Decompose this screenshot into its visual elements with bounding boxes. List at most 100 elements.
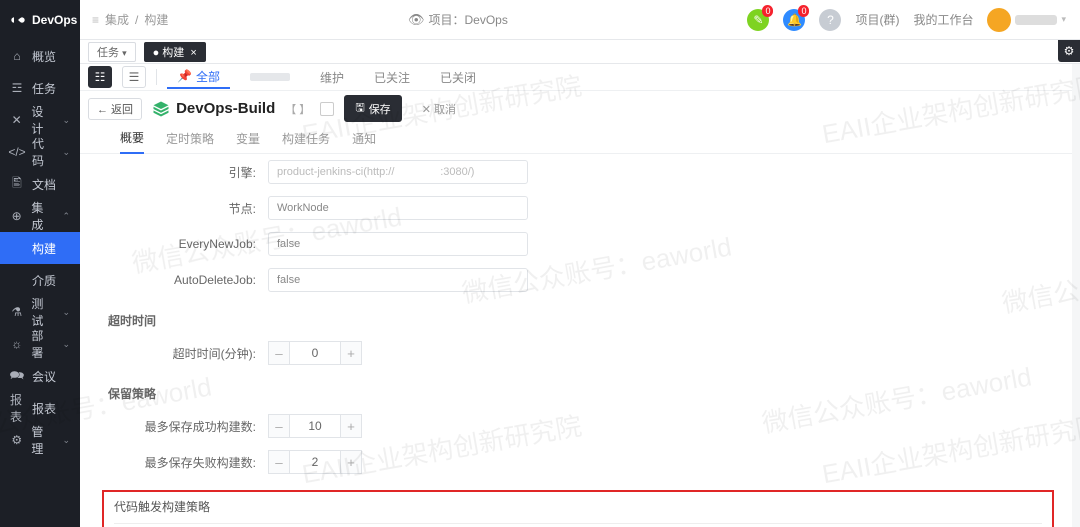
nav-artifact[interactable]: 介质 — [0, 264, 80, 296]
checkbox[interactable] — [320, 102, 334, 116]
tab-schedule[interactable]: 定时策略 — [166, 130, 214, 153]
view-grid-button[interactable]: ☷ — [88, 66, 112, 88]
report-icon: 报表 — [10, 391, 24, 425]
stepper-plus[interactable]: + — [340, 450, 362, 474]
tab-build-active[interactable]: ● 构建 × — [144, 42, 206, 62]
tab-notify[interactable]: 通知 — [352, 130, 376, 153]
nav-label: 报表 — [32, 400, 56, 417]
menu-icon[interactable]: ≡ — [92, 13, 99, 27]
chevron-down-icon: ▾ — [1061, 14, 1066, 25]
nav-tasks[interactable]: ☲任务 — [0, 72, 80, 104]
filter-maintenance[interactable]: 维护 — [310, 65, 354, 89]
filter-followed[interactable]: 已关注 — [364, 65, 420, 89]
label-node: 节点: — [98, 200, 268, 217]
chevron-down-icon: ⌄ — [62, 115, 70, 126]
deploy-icon: ☼ — [10, 337, 23, 351]
notif-green-badge: 0 — [762, 5, 773, 17]
breadcrumb-parent[interactable]: 集成 — [105, 11, 129, 28]
tab-variables[interactable]: 变量 — [236, 130, 260, 153]
chevron-down-icon: ▾ — [122, 48, 127, 58]
nav-build[interactable]: 构建 — [0, 232, 80, 264]
nav-integration[interactable]: ⊕集成⌃ — [0, 200, 80, 232]
nav-reports[interactable]: 报表报表 — [0, 392, 80, 424]
close-icon[interactable]: × — [190, 47, 196, 59]
timeout-stepper: – + — [268, 341, 362, 365]
nav-overview[interactable]: ⌂概览 — [0, 40, 80, 72]
nav-deploy[interactable]: ☼部署⌄ — [0, 328, 80, 360]
infinity-icon — [10, 12, 26, 28]
keep-fail-input[interactable] — [290, 450, 340, 474]
engine-select[interactable] — [268, 160, 528, 184]
settings-button[interactable]: ⚙ — [1058, 40, 1080, 62]
integration-icon: ⊕ — [10, 209, 23, 223]
stepper-minus[interactable]: – — [268, 341, 290, 365]
view-list-button[interactable]: ☰ — [122, 66, 146, 88]
username-placeholder — [1015, 15, 1057, 25]
tab-overview[interactable]: 概要 — [120, 129, 144, 154]
topbar: ≡ 集成 / 构建 👁 项目：DevOps ✎0 🔔0 ? 项目(群) 我的工作… — [80, 0, 1080, 40]
nav-admin[interactable]: ⚙管理⌄ — [0, 424, 80, 456]
form-content: 引擎: 节点: EveryNewJob: AutoDeleteJob: 超时时间… — [80, 154, 1072, 527]
dashboard-icon: ⌂ — [10, 49, 24, 63]
title-tag: 【 】 — [285, 101, 310, 117]
workspace-link[interactable]: 我的工作台 — [913, 11, 973, 28]
keep-fail-stepper: – + — [268, 450, 362, 474]
tab-task[interactable]: 任务 ▾ — [88, 42, 136, 62]
cancel-button[interactable]: ✕ 取消 — [412, 98, 466, 120]
nav-design[interactable]: ✕设计⌄ — [0, 104, 80, 136]
nav-label: 测试 — [31, 295, 54, 329]
node-select[interactable] — [268, 196, 528, 220]
notif-green[interactable]: ✎0 — [747, 9, 769, 31]
nav-code[interactable]: </>代码⌄ — [0, 136, 80, 168]
everynewjob-select[interactable] — [268, 232, 528, 256]
filter-unknown[interactable] — [240, 65, 300, 89]
keep-success-input[interactable] — [290, 414, 340, 438]
save-button[interactable]: 🖫保存 — [344, 95, 401, 122]
code-icon: </> — [10, 145, 24, 159]
page-title: DevOps-Build — [152, 100, 275, 118]
notif-blue[interactable]: 🔔0 — [783, 9, 805, 31]
nav-meeting[interactable]: 🗪会议 — [0, 360, 80, 392]
test-icon: ⚗ — [10, 305, 23, 319]
detail-tabs: 概要 定时策略 变量 构建任务 通知 — [80, 126, 1072, 154]
section-timeout: 超时时间 — [108, 312, 1054, 329]
notif-blue-badge: 0 — [798, 5, 809, 17]
nav-docs[interactable]: 🖺文档 — [0, 168, 80, 200]
project-indicator[interactable]: 👁 项目：DevOps — [168, 11, 747, 28]
tab-label: 任务 — [97, 47, 119, 59]
page-title-bar: ← 返回 DevOps-Build 【 】 🖫保存 ✕ 取消 — [80, 90, 1072, 126]
stepper-plus[interactable]: + — [340, 414, 362, 438]
breadcrumb-sep: / — [135, 13, 138, 27]
filter-label: 全部 — [196, 68, 220, 85]
project-name: 项目：DevOps — [429, 11, 508, 28]
autodelete-select[interactable] — [268, 268, 528, 292]
filter-all[interactable]: 📌全部 — [167, 65, 230, 89]
list-icon: ☲ — [10, 81, 24, 95]
filter-closed[interactable]: 已关闭 — [430, 65, 486, 89]
brand-logo[interactable]: DevOps — [0, 0, 80, 40]
nav-test[interactable]: ⚗测试⌄ — [0, 296, 80, 328]
projects-link[interactable]: 项目(群) — [855, 11, 899, 28]
help-button[interactable]: ? — [819, 9, 841, 31]
tab-label: ● 构建 — [153, 47, 185, 59]
stack-icon — [152, 100, 170, 118]
label-autodelete: AutoDeleteJob: — [98, 273, 268, 287]
brand-text: DevOps — [32, 13, 77, 27]
eye-icon: 👁 — [408, 12, 425, 28]
breadcrumb-leaf[interactable]: 构建 — [144, 11, 168, 28]
section-retention: 保留策略 — [108, 385, 1054, 402]
chevron-up-icon: ⌃ — [62, 211, 70, 222]
placeholder-text — [250, 73, 290, 81]
tab-build-tasks[interactable]: 构建任务 — [282, 130, 330, 153]
meeting-icon: 🗪 — [10, 366, 24, 387]
stepper-plus[interactable]: + — [340, 341, 362, 365]
stepper-minus[interactable]: – — [268, 450, 290, 474]
nav-label: 管理 — [31, 423, 54, 457]
stepper-minus[interactable]: – — [268, 414, 290, 438]
timeout-input[interactable] — [290, 341, 340, 365]
doc-icon: 🖺 — [10, 174, 24, 195]
label-keep-success: 最多保存成功构建数: — [98, 418, 268, 435]
user-menu[interactable]: ▾ — [987, 8, 1066, 32]
back-button[interactable]: ← 返回 — [88, 98, 142, 120]
chevron-down-icon: ⌄ — [62, 339, 70, 350]
